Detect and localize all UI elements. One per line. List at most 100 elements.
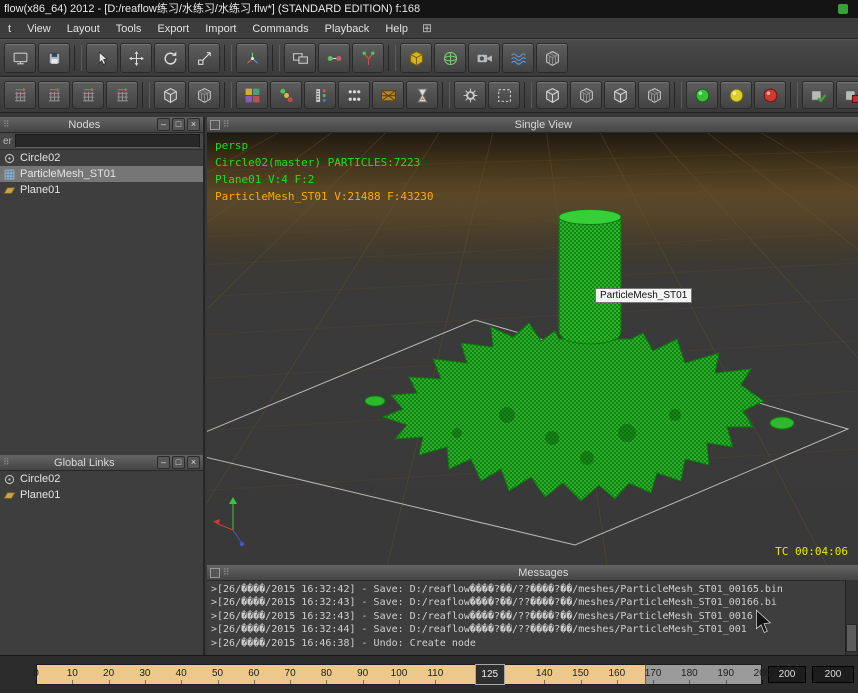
messages-scrollbar[interactable] xyxy=(845,580,858,655)
snap-rotate-button[interactable] xyxy=(38,81,70,109)
hourglass-button[interactable] xyxy=(406,81,438,109)
minimize-button[interactable]: – xyxy=(157,118,170,131)
ball-green-button[interactable] xyxy=(686,81,718,109)
scale-tool-button[interactable] xyxy=(188,43,220,73)
screen-layout-button[interactable] xyxy=(4,43,36,73)
mesh-cube-button[interactable] xyxy=(536,43,568,73)
relationship-fork-button[interactable] xyxy=(352,43,384,73)
float-button[interactable]: □ xyxy=(172,456,185,469)
dual-view-button[interactable] xyxy=(284,43,316,73)
create-sphere-button[interactable] xyxy=(434,43,466,73)
timeline-tick-label: 10 xyxy=(67,668,78,679)
cube-solid-button[interactable] xyxy=(154,81,186,109)
pivot-axis-button[interactable] xyxy=(236,43,268,73)
menu-item-export[interactable]: Export xyxy=(149,19,197,39)
export-alert-button[interactable] xyxy=(836,81,858,109)
move-tool-button[interactable] xyxy=(120,43,152,73)
snap-grid-icon xyxy=(114,87,131,104)
select-tool-button[interactable] xyxy=(86,43,118,73)
color-grid-button[interactable] xyxy=(236,81,268,109)
menu-item-help[interactable]: Help xyxy=(377,19,416,39)
splash-droplet xyxy=(770,417,794,429)
toolbar-separator xyxy=(790,82,798,108)
cube-wire-button[interactable] xyxy=(188,81,220,109)
timeline-simulated-range[interactable] xyxy=(36,664,646,685)
dots-grid-button[interactable] xyxy=(338,81,370,109)
fluid-waves-button[interactable] xyxy=(502,43,534,73)
link-nodes-button[interactable] xyxy=(318,43,350,73)
cube-b-button[interactable] xyxy=(570,81,602,109)
node-row[interactable]: Plane01 xyxy=(0,487,203,503)
move-tool-icon xyxy=(128,50,145,67)
timeline-tick-label: 190 xyxy=(717,668,734,679)
panel-grip-icon: ⠿ xyxy=(223,567,230,578)
scale-tool-icon xyxy=(196,50,213,67)
cube-d-button[interactable] xyxy=(638,81,670,109)
timeline: 0102030405060708090100110140150160170180… xyxy=(0,655,858,693)
timeline-tick-label: 140 xyxy=(536,668,553,679)
timeline-tick-mark xyxy=(435,680,436,684)
menu-item-tools[interactable]: Tools xyxy=(108,19,150,39)
traffic-lights-icon xyxy=(278,87,295,104)
toolbar-separator xyxy=(524,82,532,108)
save-layout-button[interactable] xyxy=(38,43,70,73)
viewport-header[interactable]: ⠿ Single View xyxy=(207,117,858,133)
snap-grid-button[interactable] xyxy=(106,81,138,109)
viewport-scene[interactable]: perspCircle02(master) PARTICLES:7223Plan… xyxy=(207,133,858,566)
ball-red-button[interactable] xyxy=(754,81,786,109)
ball-yellow-icon xyxy=(728,87,745,104)
crate-button[interactable] xyxy=(372,81,404,109)
nodes-filter-input[interactable] xyxy=(15,134,200,148)
ball-yellow-button[interactable] xyxy=(720,81,752,109)
timeline-max-field[interactable]: 200 xyxy=(812,666,854,683)
close-button[interactable]: × xyxy=(187,118,200,131)
timeline-tick-label: 70 xyxy=(285,668,296,679)
export-check-button[interactable] xyxy=(802,81,834,109)
menu-grid-icon[interactable]: ⊞ xyxy=(416,18,438,38)
log-line: >[26/����/2015 16:46:38] - Undo: Create … xyxy=(211,637,842,650)
ruler-button[interactable] xyxy=(304,81,336,109)
node-row[interactable]: Plane01 xyxy=(0,182,203,198)
node-row[interactable]: Circle02 xyxy=(0,150,203,166)
node-row[interactable]: Circle02 xyxy=(0,471,203,487)
cube-d-icon xyxy=(646,87,663,104)
menu-item-import[interactable]: Import xyxy=(197,19,244,39)
menu-item-t[interactable]: t xyxy=(0,19,19,39)
cube-a-button[interactable] xyxy=(536,81,568,109)
timeline-end-field[interactable]: 200 xyxy=(768,666,806,683)
global-links-panel-title: Global Links xyxy=(12,457,157,469)
snap-translate-button[interactable] xyxy=(4,81,36,109)
current-frame-indicator[interactable]: 125 xyxy=(475,664,505,685)
menu-item-playback[interactable]: Playback xyxy=(317,19,378,39)
snap-scale-button[interactable] xyxy=(72,81,104,109)
camera-view-icon xyxy=(476,50,493,67)
dashed-region-button[interactable] xyxy=(488,81,520,109)
title-bar[interactable]: flow(x86_64) 2012 - [D:/reaflow练习/水练习/水练… xyxy=(0,0,858,18)
nodes-panel-header[interactable]: ⠿ Nodes – □ × xyxy=(0,117,203,133)
nodes-list: Circle02ParticleMesh_ST01Plane01 xyxy=(0,150,203,198)
cube-c-icon xyxy=(612,87,629,104)
panel-grip-icon: ⠿ xyxy=(3,119,10,130)
timeline-tick-mark xyxy=(145,680,146,684)
messages-header[interactable]: ⠿ Messages xyxy=(207,565,858,581)
scrollbar-thumb[interactable] xyxy=(846,624,857,652)
menu-item-commands[interactable]: Commands xyxy=(244,19,316,39)
create-cube-button[interactable] xyxy=(400,43,432,73)
cube-c-button[interactable] xyxy=(604,81,636,109)
timeline-tick-mark xyxy=(399,680,400,684)
gear-cube-button[interactable] xyxy=(454,81,486,109)
close-button[interactable]: × xyxy=(187,456,200,469)
timeline-tick-label: 30 xyxy=(139,668,150,679)
global-links-panel-header[interactable]: ⠿ Global Links – □ × xyxy=(0,455,203,471)
float-button[interactable]: □ xyxy=(172,118,185,131)
rotate-tool-button[interactable] xyxy=(154,43,186,73)
camera-view-button[interactable] xyxy=(468,43,500,73)
menu-item-view[interactable]: View xyxy=(19,19,59,39)
menu-item-layout[interactable]: Layout xyxy=(59,19,108,39)
toolbar-separator xyxy=(74,45,82,71)
timeline-tick-label: 20 xyxy=(103,668,114,679)
traffic-lights-button[interactable] xyxy=(270,81,302,109)
minimize-button[interactable]: – xyxy=(157,456,170,469)
node-row[interactable]: ParticleMesh_ST01 xyxy=(0,166,203,182)
nodes-panel-title: Nodes xyxy=(12,119,157,131)
